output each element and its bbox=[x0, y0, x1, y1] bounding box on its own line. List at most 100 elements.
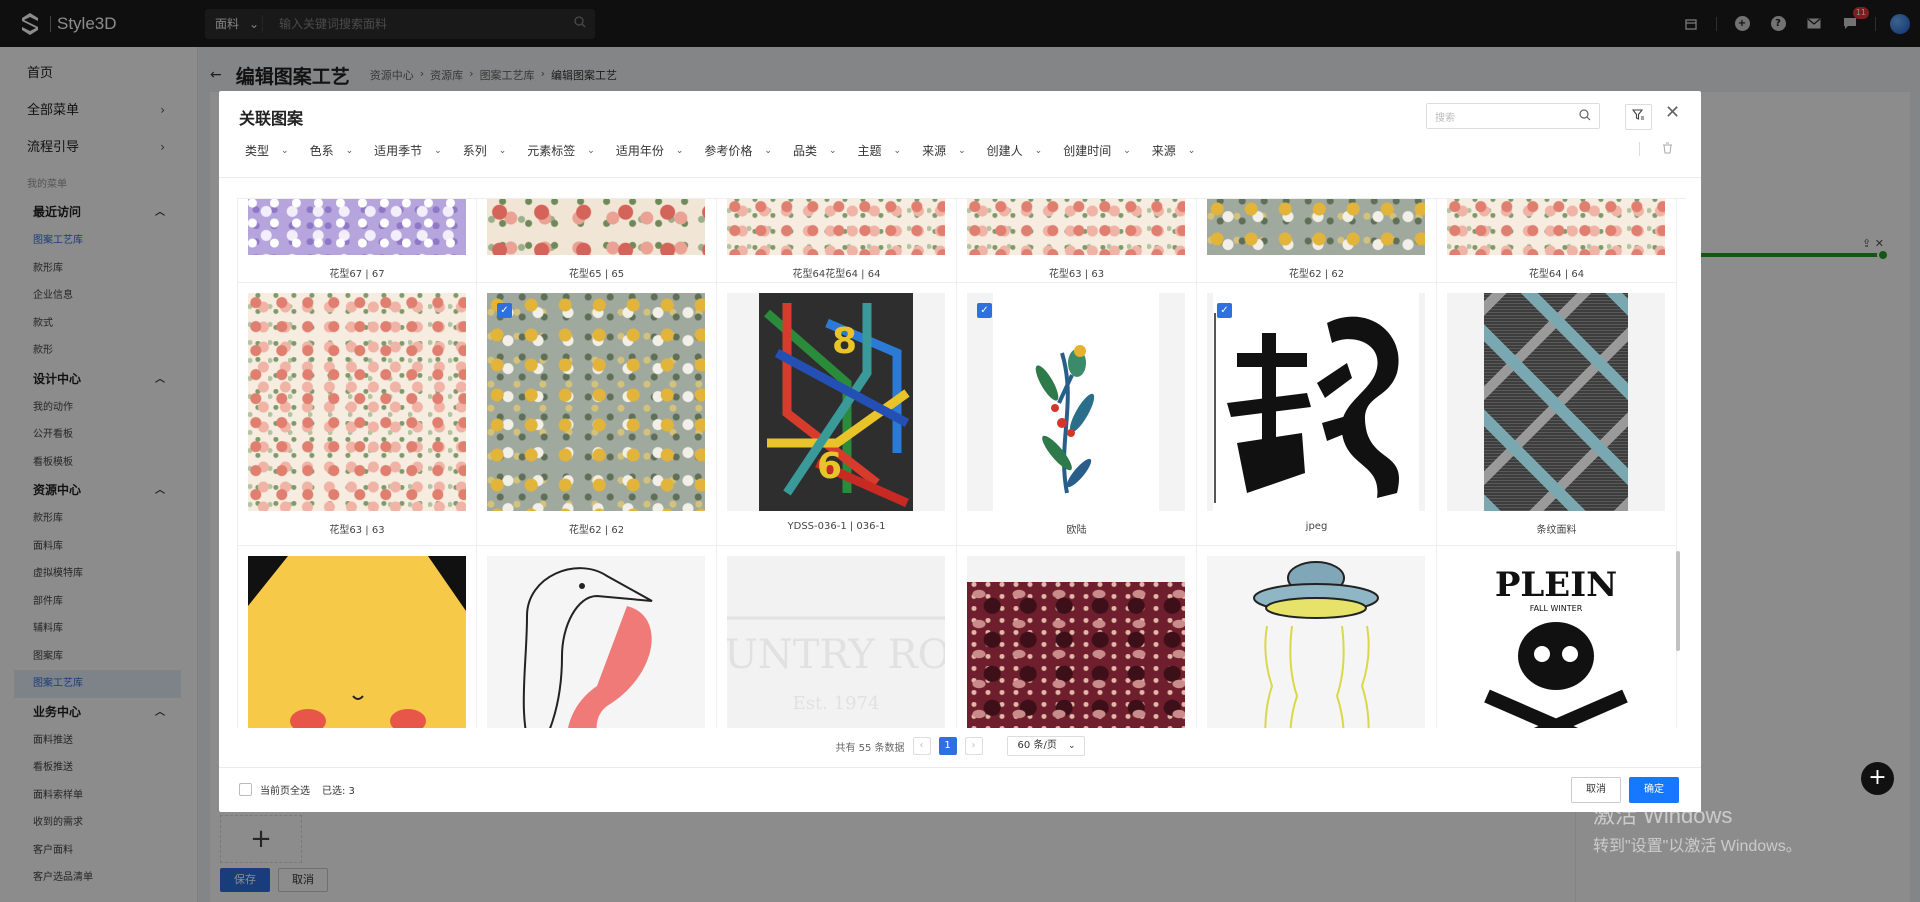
pattern-thumbnail[interactable] bbox=[967, 293, 1185, 511]
pattern-thumbnail[interactable] bbox=[1207, 293, 1425, 511]
total-count: 共有 55 条数据 bbox=[835, 742, 905, 754]
trash-icon[interactable] bbox=[1662, 142, 1673, 157]
selected-count: 已选: 3 bbox=[322, 786, 355, 797]
pattern-card[interactable]: 花型63 | 63 bbox=[237, 283, 477, 545]
svg-text:Est. 1974: Est. 1974 bbox=[793, 693, 880, 714]
pattern-card[interactable]: ✓ bbox=[957, 283, 1197, 545]
pattern-card[interactable] bbox=[237, 546, 477, 728]
pikachu-image bbox=[248, 556, 466, 728]
filter-type[interactable]: 类型 ⌄ bbox=[245, 142, 289, 159]
pattern-thumbnail[interactable] bbox=[1207, 556, 1425, 728]
pattern-thumbnail[interactable] bbox=[487, 293, 705, 511]
filter-category[interactable]: 品类 ⌄ bbox=[793, 142, 837, 159]
pattern-thumbnail[interactable]: 8 6 bbox=[727, 293, 945, 511]
floating-add-button[interactable]: + bbox=[1861, 762, 1894, 795]
next-page-button[interactable]: › bbox=[964, 737, 983, 755]
pattern-thumbnail[interactable] bbox=[727, 199, 945, 255]
prev-page-button[interactable]: ‹ bbox=[912, 737, 931, 755]
toucan-sketch-image bbox=[487, 556, 705, 728]
pattern-thumbnail[interactable] bbox=[967, 199, 1185, 255]
pattern-card[interactable]: 花型67 | 67 bbox=[237, 199, 477, 282]
pattern-thumbnail[interactable] bbox=[487, 556, 705, 728]
watermark-line-2: 转到"设置"以激活 Windows。 bbox=[1593, 838, 1802, 855]
pipes-pattern-image: 8 6 bbox=[759, 293, 913, 511]
pattern-thumbnail[interactable]: PLEIN FALL WINTER bbox=[1447, 556, 1665, 728]
link-pattern-modal: 关联图案 搜索 ✕ 类型 ⌄ 色系 ⌄ 适用季节 ⌄ 系列 ⌄ 元素标签 ⌄ 适用年份 ⌄ … bbox=[219, 91, 1701, 812]
filter-theme[interactable]: 主题 ⌄ bbox=[858, 142, 902, 159]
pattern-caption: 花型62 | 62 bbox=[568, 525, 625, 536]
filter-source-2[interactable]: 来源 ⌄ bbox=[1152, 142, 1196, 159]
pattern-thumbnail[interactable] bbox=[248, 293, 466, 511]
chevron-down-icon: ⌄ bbox=[498, 145, 507, 156]
chevron-down-icon: ⌄ bbox=[1123, 145, 1131, 156]
filter-created-time[interactable]: 创建时间 ⌄ bbox=[1063, 142, 1131, 159]
filter-bar: 类型 ⌄ 色系 ⌄ 适用季节 ⌄ 系列 ⌄ 元素标签 ⌄ 适用年份 ⌄ 参考价格 ⌄ 品类 ⌄ … bbox=[245, 142, 1216, 159]
selection-summary: 当前页全选 已选: 3 bbox=[239, 782, 355, 797]
pattern-thumbnail[interactable] bbox=[248, 199, 466, 255]
filter-price[interactable]: 参考价格 ⌄ bbox=[704, 142, 772, 159]
search-icon[interactable] bbox=[1579, 109, 1591, 124]
dragon-pattern-image bbox=[1213, 293, 1419, 511]
filter-icon[interactable] bbox=[1625, 104, 1652, 130]
grid-row: 花型67 | 67 花型65 | 65 花型64花型64 | 64 花型63 |… bbox=[237, 199, 1677, 283]
pattern-card[interactable] bbox=[1197, 546, 1437, 728]
pattern-card[interactable]: PLEIN FALL WINTER bbox=[1437, 546, 1677, 728]
pattern-card[interactable]: 花型63 | 63 bbox=[957, 199, 1197, 282]
select-all-checkbox[interactable] bbox=[239, 783, 252, 796]
pattern-thumbnail[interactable]: COUNTRY ROAD Est. 1974 bbox=[727, 556, 945, 728]
pattern-caption: 花型64花型64 | 64 bbox=[792, 269, 881, 280]
pattern-card[interactable] bbox=[957, 546, 1197, 728]
checkbox-checked[interactable]: ✓ bbox=[497, 303, 512, 318]
stripe-fabric-image bbox=[1484, 293, 1628, 511]
checkbox-checked[interactable]: ✓ bbox=[1217, 303, 1232, 318]
pattern-card[interactable]: 花型64花型64 | 64 bbox=[717, 199, 957, 282]
pattern-card[interactable] bbox=[477, 546, 717, 728]
chevron-down-icon: ⌄ bbox=[1068, 741, 1076, 751]
pattern-thumbnail[interactable] bbox=[1447, 199, 1665, 255]
paisley-image bbox=[967, 582, 1185, 728]
filter-source[interactable]: 来源 ⌄ bbox=[922, 142, 966, 159]
filter-element-tag[interactable]: 元素标签 ⌄ bbox=[527, 142, 595, 159]
pattern-card[interactable]: 条纹面料 bbox=[1437, 283, 1677, 545]
filter-season[interactable]: 适用季节 ⌄ bbox=[374, 142, 442, 159]
grid-scrollbar[interactable] bbox=[1676, 551, 1680, 651]
divider bbox=[219, 177, 1701, 178]
pattern-thumbnail[interactable] bbox=[487, 199, 705, 255]
pattern-caption: 花型63 | 63 bbox=[1048, 269, 1105, 280]
search-placeholder: 搜索 bbox=[1435, 112, 1455, 124]
page-size-select[interactable]: 60 条/页 ⌄ bbox=[1006, 736, 1085, 756]
filter-series[interactable]: 系列 ⌄ bbox=[463, 142, 507, 159]
pattern-thumbnail[interactable] bbox=[1207, 199, 1425, 255]
pattern-thumbnail[interactable] bbox=[248, 556, 466, 728]
page-size-value: 60 条/页 bbox=[1017, 740, 1057, 751]
pattern-grid[interactable]: 花型67 | 67 花型65 | 65 花型64花型64 | 64 花型63 |… bbox=[237, 198, 1686, 728]
chevron-down-icon: ⌄ bbox=[1187, 145, 1196, 156]
pattern-thumbnail[interactable] bbox=[967, 556, 1185, 728]
watermark-line-1: 激活 Windows bbox=[1593, 803, 1733, 828]
modal-search-input[interactable]: 搜索 bbox=[1426, 103, 1600, 129]
filter-creator[interactable]: 创建人 ⌄ bbox=[987, 142, 1043, 159]
filter-year[interactable]: 适用年份 ⌄ bbox=[616, 142, 684, 159]
divider bbox=[1639, 142, 1640, 156]
pattern-thumbnail[interactable] bbox=[1447, 293, 1665, 511]
pattern-card[interactable]: 花型62 | 62 bbox=[1197, 199, 1437, 282]
filter-tools bbox=[1639, 142, 1673, 157]
pattern-card[interactable]: 花型64 | 64 bbox=[1437, 199, 1677, 282]
chevron-down-icon: ⌄ bbox=[675, 145, 684, 156]
pattern-caption: 花型67 | 67 bbox=[329, 269, 385, 280]
select-all-label[interactable]: 当前页全选 bbox=[260, 782, 310, 797]
pattern-card[interactable]: COUNTRY ROAD Est. 1974 bbox=[717, 546, 957, 728]
pattern-card[interactable]: ✓ bbox=[1197, 283, 1437, 545]
close-icon[interactable]: ✕ bbox=[1665, 102, 1680, 123]
pattern-card[interactable]: 花型65 | 65 bbox=[477, 199, 717, 282]
grid-row: COUNTRY ROAD Est. 1974 bbox=[237, 546, 1677, 728]
page-number-current[interactable]: 1 bbox=[938, 737, 957, 755]
svg-text:COUNTRY ROAD: COUNTRY ROAD bbox=[727, 632, 945, 678]
chevron-down-icon: ⌄ bbox=[434, 145, 442, 156]
pattern-card[interactable]: 8 6 YDSS-036-1 | 036-1 bbox=[717, 283, 957, 545]
windows-activation-watermark: 激活 Windows 转到"设置"以激活 Windows。 bbox=[1593, 798, 1802, 856]
pattern-card[interactable]: ✓ 花型62 | 62 bbox=[477, 283, 717, 545]
filter-color[interactable]: 色系 ⌄ bbox=[310, 142, 354, 159]
svg-text:PLEIN: PLEIN bbox=[1495, 565, 1617, 605]
checkbox-checked[interactable]: ✓ bbox=[977, 303, 992, 318]
